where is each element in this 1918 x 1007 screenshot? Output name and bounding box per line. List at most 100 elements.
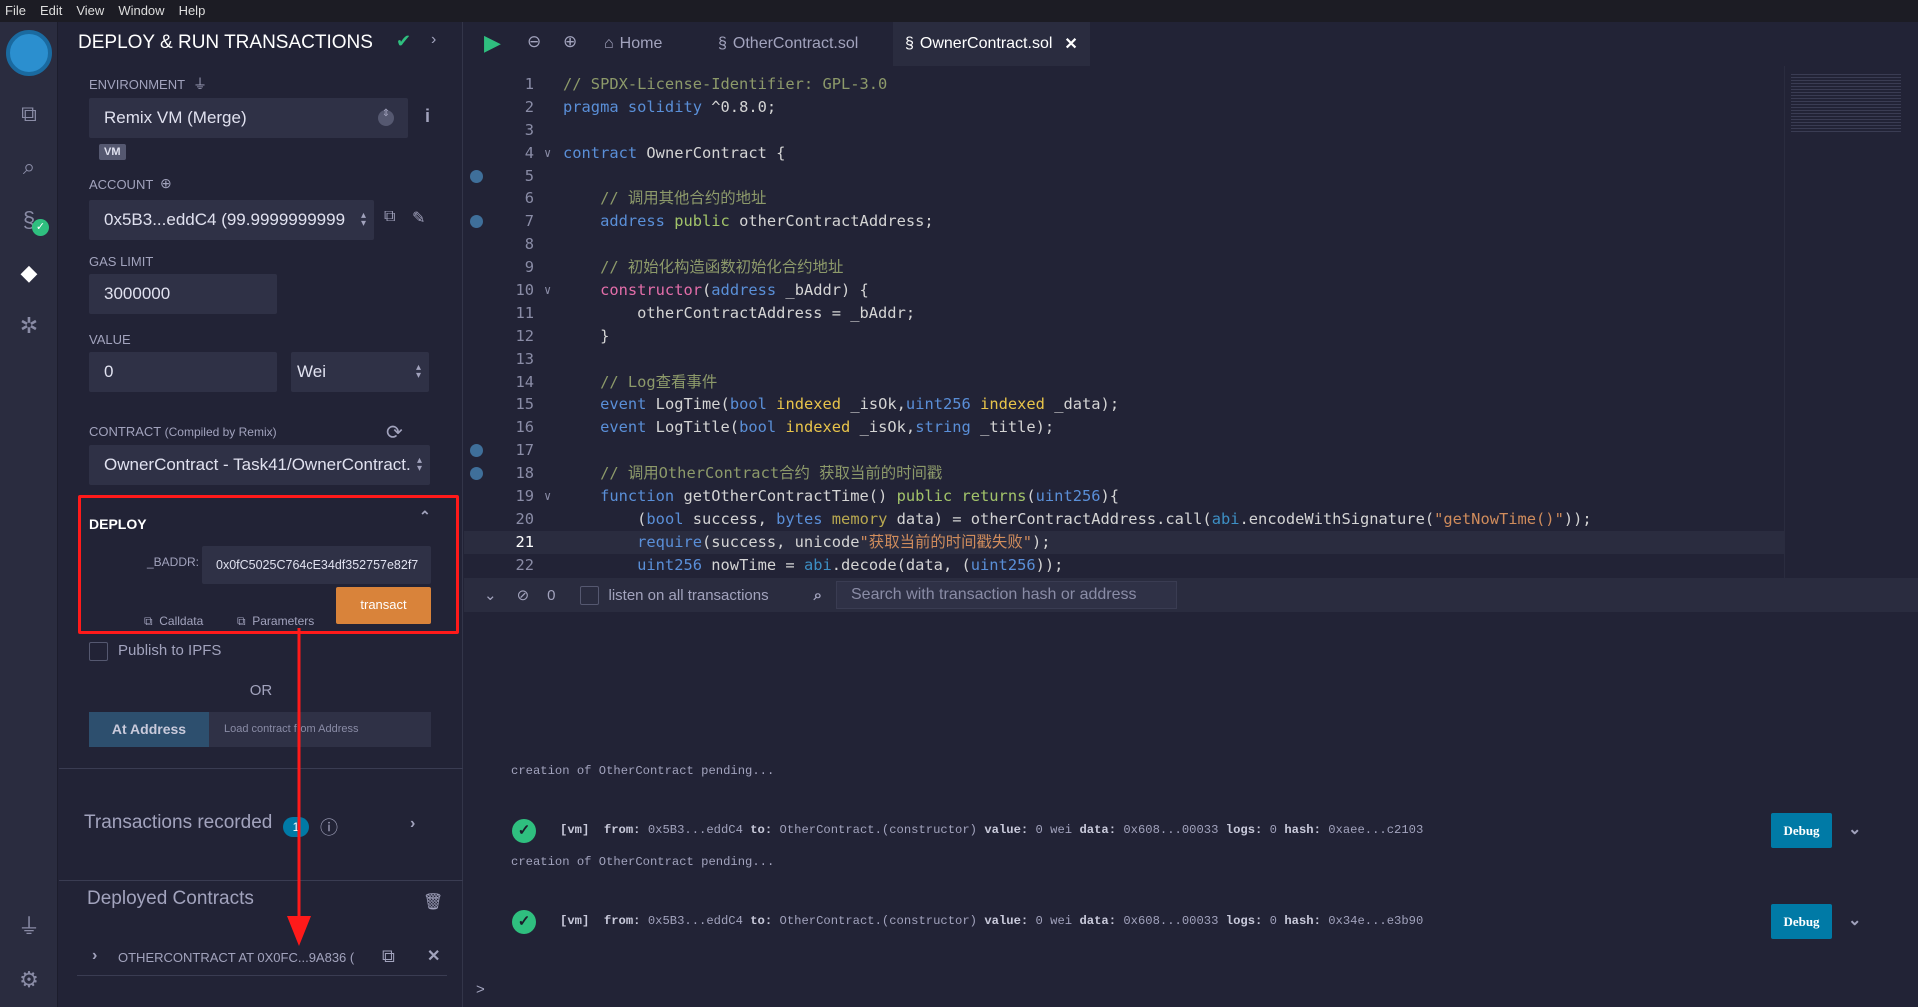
remix-logo-icon[interactable]: [6, 30, 52, 76]
debugger-icon[interactable]: ✲: [14, 311, 44, 341]
code-line[interactable]: 6 // 调用其他合约的地址: [464, 187, 1784, 210]
run-play-icon[interactable]: ▶: [484, 30, 501, 56]
code-token: // SPDX-License-Identifier: GPL-3.0: [563, 75, 888, 93]
contract-label-text: CONTRACT: [89, 424, 161, 439]
chevron-up-icon[interactable]: ⌃: [419, 508, 431, 525]
close-tab-icon[interactable]: ✕: [1064, 34, 1077, 54]
baddr-input[interactable]: 0x0fC5025C764cE34df352757e82f7: [202, 546, 431, 584]
menu-window[interactable]: Window: [118, 3, 164, 19]
expand-chevron-icon[interactable]: ⌄: [1848, 910, 1861, 930]
code-line[interactable]: 22 uint256 nowTime = abi.decode(data, (u…: [464, 554, 1784, 577]
code-line[interactable]: 21 require(success, unicode"获取当前的时间戳失败")…: [464, 530, 1784, 554]
close-icon[interactable]: ✕: [427, 946, 440, 966]
gas-limit-input[interactable]: 3000000: [89, 274, 277, 314]
code-line[interactable]: 19 ∨ function getOtherContractTime() publ…: [464, 485, 1784, 508]
code-line[interactable]: 2 pragma solidity ^0.8.0;: [464, 96, 1784, 119]
code-line[interactable]: 11 otherContractAddress = _bAddr;: [464, 302, 1784, 325]
code-line[interactable]: 7 address public otherContractAddress;: [464, 210, 1784, 233]
unit-select[interactable]: Wei ▴ ▾: [291, 352, 429, 392]
zoom-in-icon[interactable]: ⊕: [563, 32, 577, 52]
tab-label: Home: [619, 35, 663, 52]
parameters-button[interactable]: ⧉ Parameters: [237, 614, 314, 629]
account-select[interactable]: 0x5B3...eddC4 (99.9999999999 ▴ ▾: [89, 200, 374, 240]
log-tx[interactable]: [vm] from: 0x5B3...eddC4 to: OtherContra…: [560, 823, 1423, 837]
info-icon[interactable]: i: [425, 106, 430, 127]
code-line[interactable]: 12 }: [464, 325, 1784, 348]
trash-icon[interactable]: 🗑: [423, 892, 443, 912]
chevron-right-icon[interactable]: ›: [410, 815, 415, 833]
terminal-search-input[interactable]: Search with transaction hash or address: [836, 581, 1177, 609]
code-token: (: [563, 509, 647, 528]
deployed-contract-item[interactable]: OTHERCONTRACT AT 0X0FC...9A836 (: [118, 950, 354, 965]
code-line[interactable]: 1 // SPDX-License-Identifier: GPL-3.0: [464, 73, 1784, 96]
tab-ownercontract-active[interactable]: § OwnerContract.sol ✕: [893, 22, 1090, 66]
plugin-manager-icon[interactable]: ⏚: [14, 912, 44, 942]
expand-chevron-icon[interactable]: ⌄: [1848, 819, 1861, 839]
tab-home[interactable]: ⌂ Home: [604, 22, 662, 66]
terminal-prompt[interactable]: >: [476, 981, 485, 998]
transact-button[interactable]: transact: [336, 587, 431, 624]
code-area[interactable]: 1 // SPDX-License-Identifier: GPL-3.0 2 pra…: [464, 73, 1784, 577]
edit-icon[interactable]: ✎: [412, 208, 425, 228]
chevron-right-icon[interactable]: ›: [431, 31, 436, 49]
gas-limit-label: GAS LIMIT: [89, 254, 154, 269]
code-line[interactable]: 5: [464, 165, 1784, 188]
expand-chevron-icon[interactable]: ›: [92, 947, 97, 965]
environment-select[interactable]: Remix VM (Merge) ⇕: [89, 98, 408, 138]
info-icon[interactable]: ⓘ: [320, 814, 338, 840]
code-line[interactable]: 13: [464, 348, 1784, 371]
debug-button[interactable]: Debug: [1771, 904, 1832, 939]
add-account-icon[interactable]: ⊕: [160, 175, 172, 192]
copy-icon[interactable]: ⧉: [382, 946, 395, 967]
calldata-button[interactable]: ⧉ Calldata: [144, 614, 203, 629]
log-tx[interactable]: [vm] from: 0x5B3...eddC4 to: OtherContra…: [560, 914, 1423, 928]
tab-label: OtherContract.sol: [732, 35, 859, 52]
code-line[interactable]: 10 ∨ constructor(address _bAddr) {: [464, 279, 1784, 302]
contract-select[interactable]: OwnerContract - Task41/OwnerContract. ▴ ▾: [89, 445, 430, 485]
tx-data: 0x608...00033: [1123, 914, 1219, 928]
menu-file[interactable]: File: [5, 3, 26, 19]
code-line[interactable]: 4 ∨ contract OwnerContract {: [464, 142, 1784, 165]
settings-gear-icon[interactable]: ⚙: [14, 965, 44, 995]
collapse-terminal-icon[interactable]: ⌄: [484, 586, 497, 604]
compiler-icon[interactable]: § ✓: [14, 205, 49, 236]
code-line[interactable]: 3: [464, 119, 1784, 142]
menu-edit[interactable]: Edit: [40, 3, 62, 19]
debug-button[interactable]: Debug: [1771, 813, 1832, 848]
code-line[interactable]: 17: [464, 439, 1784, 462]
code-line[interactable]: 20 (bool success, bytes memory data) = o…: [464, 508, 1784, 531]
code-line[interactable]: 15 event LogTime(bool indexed _isOk,uint…: [464, 393, 1784, 416]
zoom-out-icon[interactable]: ⊖: [527, 32, 541, 52]
code-line[interactable]: 14 // Log查看事件: [464, 371, 1784, 394]
fold-chevron-icon[interactable]: ∨: [544, 485, 551, 508]
fold-chevron-icon[interactable]: ∨: [544, 142, 551, 165]
file-explorer-icon[interactable]: ⧉: [14, 99, 44, 129]
code-text: otherContractAddress = _bAddr;: [563, 302, 915, 325]
listen-checkbox[interactable]: [579, 585, 599, 605]
line-number: 22: [515, 555, 534, 574]
at-address-button[interactable]: At Address: [89, 712, 209, 747]
line-number: 1: [524, 75, 534, 93]
tab-othercontract[interactable]: § OtherContract.sol: [718, 22, 858, 66]
clear-console-icon[interactable]: ⊘: [517, 586, 530, 604]
minimap[interactable]: [1784, 66, 1918, 578]
search-icon[interactable]: ⌕: [14, 152, 44, 182]
code-line[interactable]: 16 event LogTitle(bool indexed _isOk,str…: [464, 416, 1784, 439]
deploy-run-icon[interactable]: ◆: [14, 258, 44, 288]
code-text: // 调用OtherContract合约 获取当前的时间戳: [563, 462, 942, 485]
load-address-input[interactable]: Load contract from Address: [209, 712, 431, 747]
value-input[interactable]: 0: [89, 352, 277, 392]
select-arrows-icon: ⇕: [378, 109, 394, 126]
success-check-icon: ✓: [512, 910, 536, 934]
code-line[interactable]: 8: [464, 233, 1784, 256]
code-line[interactable]: 9 // 初始化构造函数初始化合约地址: [464, 256, 1784, 279]
fold-chevron-icon[interactable]: ∨: [544, 279, 551, 302]
copy-icon[interactable]: ⧉: [384, 208, 395, 226]
publish-ipfs-checkbox[interactable]: [89, 642, 108, 661]
menu-help[interactable]: Help: [179, 3, 206, 19]
code-line[interactable]: 18 // 调用OtherContract合约 获取当前的时间戳: [464, 462, 1784, 485]
line-number: 6: [524, 189, 534, 208]
menu-view[interactable]: View: [76, 3, 104, 19]
refresh-icon[interactable]: ⟳: [386, 420, 403, 445]
